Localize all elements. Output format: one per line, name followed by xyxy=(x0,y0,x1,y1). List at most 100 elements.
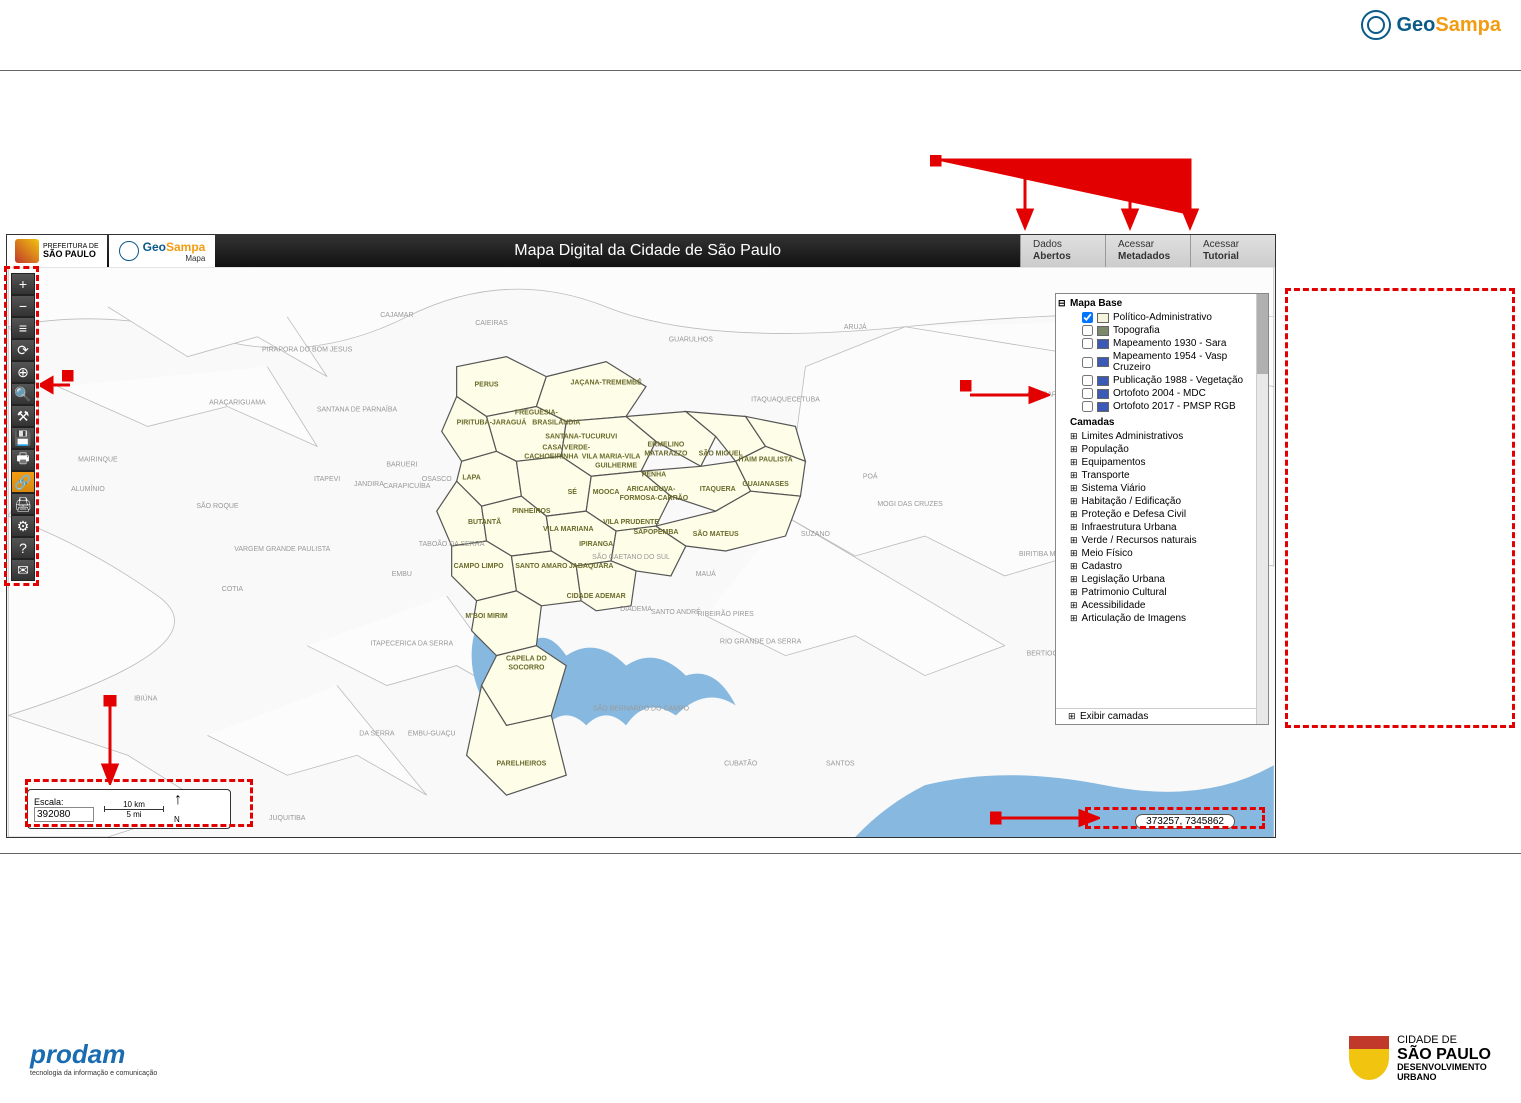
nav-tutorial[interactable]: Acessar Tutorial xyxy=(1190,235,1275,267)
prefeitura-logo[interactable]: PREFEITURA DE SÃO PAULO xyxy=(7,235,107,267)
district-label: VILA MARIA-VILA xyxy=(582,453,641,460)
base-layer-item[interactable]: Topografia xyxy=(1058,324,1266,337)
layer-checkbox[interactable] xyxy=(1082,357,1093,368)
cidade-shield-icon xyxy=(1349,1036,1389,1080)
scale-km: 10 km xyxy=(123,800,145,809)
geosampa-icon xyxy=(1361,10,1391,40)
search-button[interactable]: 🔍 xyxy=(11,383,35,405)
layer-checkbox[interactable] xyxy=(1082,338,1093,349)
base-layer-item[interactable]: Publicação 1988 - Vegetação xyxy=(1058,374,1266,387)
contact-button[interactable]: ✉ xyxy=(11,559,35,581)
layer-category[interactable]: Cadastro xyxy=(1058,560,1266,573)
nav-metadados[interactable]: Acessar Metadados xyxy=(1105,235,1190,267)
district-label: JAÇANA-TREMEMBÉ xyxy=(570,378,642,387)
layer-checkbox[interactable] xyxy=(1082,388,1093,399)
print-button[interactable]: 🖨 xyxy=(11,493,35,515)
layer-category[interactable]: Meio Físico xyxy=(1058,547,1266,560)
base-layer-item[interactable]: Ortofoto 2017 - PMSP RGB xyxy=(1058,400,1266,413)
locate-button[interactable]: ⊕ xyxy=(11,361,35,383)
nav-dados-abertos[interactable]: Dados Abertos xyxy=(1020,235,1105,267)
layer-category[interactable]: Articulação de Imagens xyxy=(1058,612,1266,625)
district-label: MATARAZZO xyxy=(644,450,688,457)
layer-category[interactable]: Proteção e Defesa Civil xyxy=(1058,508,1266,521)
neighbor-label: ARAÇARIGUAMA xyxy=(209,400,266,407)
layer-checkbox[interactable] xyxy=(1082,312,1093,323)
nav-l2: Metadados xyxy=(1118,251,1178,263)
category-label: Proteção e Defesa Civil xyxy=(1082,509,1187,520)
layer-swatch-icon xyxy=(1097,402,1109,412)
tools-button[interactable]: ⚒ xyxy=(11,405,35,427)
prodam-sub: tecnologia da informação e comunicação xyxy=(30,1070,157,1077)
export-button[interactable]: 🖶 xyxy=(11,449,35,471)
layer-category[interactable]: Acessibilidade xyxy=(1058,599,1266,612)
district-label: LAPA xyxy=(462,474,480,481)
category-label: Equipamentos xyxy=(1082,457,1146,468)
district-label: FORMOSA-CARRÃO xyxy=(620,493,689,502)
prodam-text: prodam xyxy=(30,1039,157,1070)
base-layer-item[interactable]: Mapeamento 1930 - Sara xyxy=(1058,337,1266,350)
camadas-title: Camadas xyxy=(1058,413,1266,430)
exibir-camadas[interactable]: Exibir camadas xyxy=(1056,708,1256,724)
neighbor-label: TABOÃO DA SERRA xyxy=(419,539,485,548)
layer-category[interactable]: Equipamentos xyxy=(1058,456,1266,469)
layer-category[interactable]: Infraestrutura Urbana xyxy=(1058,521,1266,534)
district-label: BUTANTÃ xyxy=(468,517,501,526)
district-label: CAPELA DO xyxy=(506,656,547,663)
zoom-out-button[interactable]: − xyxy=(11,295,35,317)
share-button[interactable]: 🔗 xyxy=(11,471,35,493)
map-header: PREFEITURA DE SÃO PAULO GeoSampa Mapa Ma… xyxy=(7,235,1275,267)
history-button[interactable]: ⟳ xyxy=(11,339,35,361)
north-arrow-icon: ↑N xyxy=(174,791,182,827)
help-button[interactable]: ? xyxy=(11,537,35,559)
logo-sampa: Sampa xyxy=(1435,14,1501,36)
layer-category[interactable]: População xyxy=(1058,443,1266,456)
cidade-l1: CIDADE DE xyxy=(1397,1034,1491,1046)
neighbor-label: EMBU-GUAÇU xyxy=(408,730,456,737)
layer-panel[interactable]: Mapa Base Político-Administrativo Topogr… xyxy=(1055,293,1269,725)
layer-checkbox[interactable] xyxy=(1082,401,1093,412)
base-map-title[interactable]: Mapa Base xyxy=(1058,296,1266,311)
geosampa-header-logo[interactable]: GeoSampa Mapa xyxy=(109,235,216,267)
annotation-highlight-layers xyxy=(1285,288,1515,728)
neighbor-label: SUZANO xyxy=(801,531,831,538)
layer-category[interactable]: Transporte xyxy=(1058,469,1266,482)
save-button[interactable]: 💾 xyxy=(11,427,35,449)
neighbor-label: PIRAPORA DO BOM JESUS xyxy=(262,347,353,354)
category-label: Habitação / Edificação xyxy=(1082,496,1182,507)
layer-checkbox[interactable] xyxy=(1082,325,1093,336)
base-layer-item[interactable]: Mapeamento 1954 - Vasp Cruzeiro xyxy=(1058,350,1266,374)
prodam-logo: prodam tecnologia da informação e comuni… xyxy=(30,1039,157,1077)
neighbor-label: ALUMÍNIO xyxy=(71,484,105,493)
layer-category[interactable]: Habitação / Edificação xyxy=(1058,495,1266,508)
zoom-in-button[interactable]: + xyxy=(11,273,35,295)
base-layer-item[interactable]: Ortofoto 2004 - MDC xyxy=(1058,387,1266,400)
settings-button[interactable]: ⚙ xyxy=(11,515,35,537)
layer-category[interactable]: Sistema Viário xyxy=(1058,482,1266,495)
neighbor-label: SANTANA DE PARNAÍBA xyxy=(317,404,398,413)
layer-label: Topografia xyxy=(1113,325,1160,336)
scale-input[interactable] xyxy=(34,807,94,822)
district-label: ITAQUERA xyxy=(700,486,736,493)
layer-label: Ortofoto 2017 - PMSP RGB xyxy=(1113,401,1236,412)
district-label: IPIRANGA xyxy=(579,541,613,548)
neighbor-label: SANTOS xyxy=(826,760,855,767)
district-label: SÃO MATEUS xyxy=(693,529,739,538)
district-label: CACHOEIRINHA xyxy=(524,453,578,460)
layer-scrollbar[interactable] xyxy=(1256,294,1268,724)
base-layer-item[interactable]: Político-Administrativo xyxy=(1058,311,1266,324)
layer-checkbox[interactable] xyxy=(1082,375,1093,386)
district-label: VILA PRUDENTE xyxy=(603,519,659,526)
layers-button[interactable]: ≡ xyxy=(11,317,35,339)
layer-label: Publicação 1988 - Vegetação xyxy=(1113,375,1243,386)
neighbor-label: MAUÁ xyxy=(696,569,716,578)
district-label: SÉ xyxy=(568,487,578,496)
district-label: JABAQUARA xyxy=(569,563,614,570)
neighbor-label: RIBEIRÃO PIRES xyxy=(698,609,755,618)
layer-category[interactable]: Verde / Recursos naturais xyxy=(1058,534,1266,547)
layer-category[interactable]: Legislação Urbana xyxy=(1058,573,1266,586)
neighbor-label: ITAQUAQUECETUBA xyxy=(751,397,820,404)
layer-category[interactable]: Patrimonio Cultural xyxy=(1058,586,1266,599)
neighbor-label: ITAPEVI xyxy=(314,476,340,483)
annotation-arrow-scale xyxy=(100,695,120,785)
layer-category[interactable]: Limites Administrativos xyxy=(1058,430,1266,443)
